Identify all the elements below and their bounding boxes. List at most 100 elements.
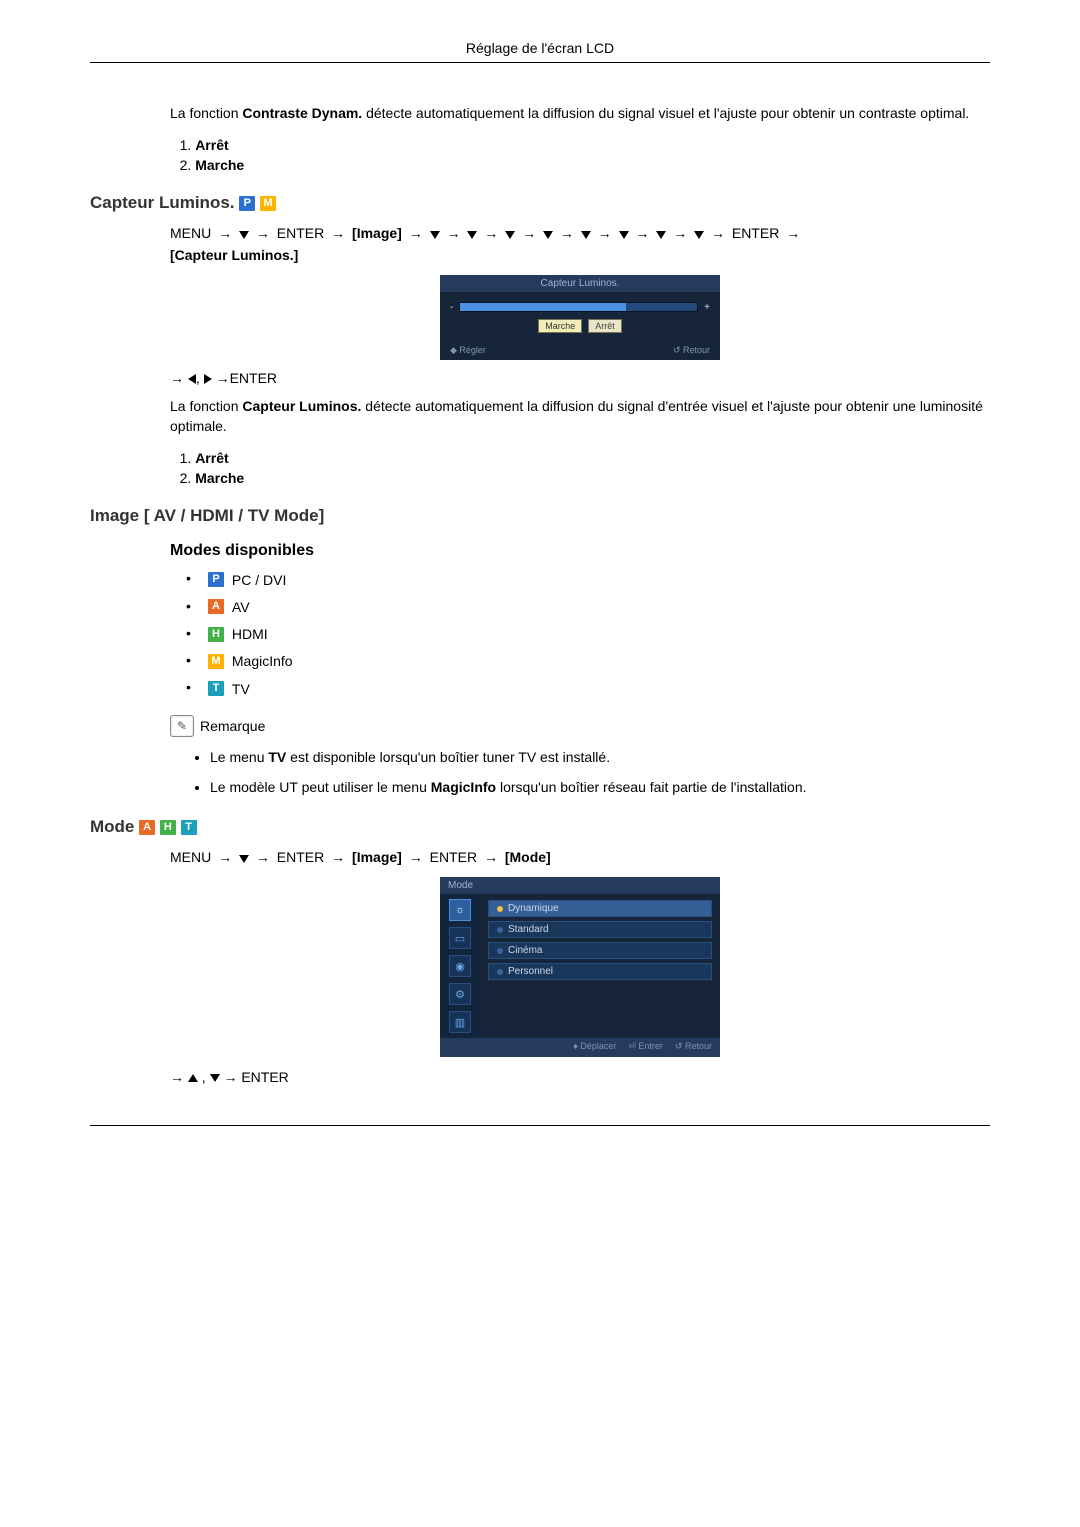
arrow-icon: →	[786, 225, 800, 241]
osd2-body: ☼ ▭ ◉ ⚙ ▥ Dynamique Standard Cinéma Pers…	[440, 894, 720, 1038]
badge-p-icon: P	[208, 572, 224, 587]
note-item: Le modèle UT peut utiliser le menu Magic…	[210, 777, 990, 797]
down-arrow-icon	[239, 231, 249, 239]
down-arrow-icon	[656, 231, 666, 239]
opt-label: Standard	[508, 924, 549, 935]
text: Le menu	[210, 749, 268, 765]
arrow-icon: →	[711, 225, 725, 241]
mode-label: [Mode]	[505, 849, 551, 865]
bold-term: Contraste Dynam.	[242, 105, 362, 121]
text: Retour	[683, 345, 710, 355]
osd2-opt-dynamique[interactable]: Dynamique	[488, 900, 712, 917]
footer-rule	[90, 1125, 990, 1126]
mode-label: AV	[232, 599, 250, 615]
arrow-icon: →	[331, 225, 345, 241]
text: La fonction	[170, 398, 242, 414]
badge-m-icon: M	[208, 654, 224, 669]
arrow-icon: →	[635, 225, 649, 241]
arrow-icon: →	[170, 370, 184, 386]
mode-tv: T TV	[198, 679, 990, 696]
page: Réglage de l'écran LCD La fonction Contr…	[0, 0, 1080, 1166]
slider-minus-icon: -	[450, 302, 453, 313]
text: Régler	[459, 345, 486, 355]
mode-hdmi: H HDMI	[198, 625, 990, 642]
osd2-foot-return: ↺ Retour	[675, 1041, 712, 1052]
badge-h-icon: H	[208, 627, 224, 642]
enter-key: ENTER	[277, 225, 324, 241]
side-icon-multi[interactable]: ▥	[449, 1011, 471, 1033]
side-icon-picture[interactable]: ▭	[449, 927, 471, 949]
arrow-icon: →	[447, 225, 461, 241]
option-marche: Marche	[195, 470, 990, 486]
osd-slider[interactable]: - +	[450, 302, 710, 313]
side-icon-sound[interactable]: ◉	[449, 955, 471, 977]
text: Entrer	[638, 1041, 663, 1051]
arrow-icon: →	[409, 225, 423, 241]
down-arrow-icon	[239, 855, 249, 863]
osd2-opt-cinema[interactable]: Cinéma	[488, 942, 712, 959]
bold-term: Capteur Luminos.	[242, 398, 361, 414]
section-title-capteur: Capteur Luminos. P M	[90, 193, 990, 213]
down-arrow-icon	[467, 231, 477, 239]
mode-content: MENU → → ENTER → [Image] → ENTER → [Mode…	[90, 847, 990, 1085]
mode-label: PC / DVI	[232, 572, 286, 588]
slider-bar	[459, 302, 698, 312]
enter-key: ENTER	[230, 370, 277, 386]
left-arrow-icon	[188, 374, 196, 384]
menu-path-mode: MENU → → ENTER → [Image] → ENTER → [Mode…	[170, 847, 990, 869]
osd2-opt-personnel[interactable]: Personnel	[488, 963, 712, 980]
section-title-image-modes: Image [ AV / HDMI / TV Mode]	[90, 506, 990, 526]
radio-dot-icon	[497, 927, 503, 933]
target-label: [Capteur Luminos.]	[170, 247, 298, 263]
nav-keys-mode: → , → ENTER	[170, 1069, 990, 1085]
bold-term: TV	[268, 749, 286, 765]
page-header-text: Réglage de l'écran LCD	[466, 40, 614, 56]
image-label: [Image]	[352, 849, 402, 865]
subtitle-modes: Modes disponibles	[170, 542, 990, 560]
text: Déplacer	[580, 1041, 616, 1051]
text: La fonction	[170, 105, 242, 121]
enter-key: ENTER	[277, 849, 324, 865]
osd-btn-marche[interactable]: Marche	[538, 319, 582, 333]
mode-label: TV	[232, 681, 250, 697]
notes-list: Le menu TV est disponible lorsqu'un boît…	[170, 747, 990, 798]
badge-t-icon: T	[208, 681, 224, 696]
option-marche: Marche	[195, 157, 990, 173]
text: est disponible lorsqu'un boîtier tuner T…	[286, 749, 610, 765]
enter-key: ENTER	[241, 1069, 288, 1085]
arrow-icon: →	[223, 1069, 237, 1085]
side-icon-setup[interactable]: ⚙	[449, 983, 471, 1005]
modes-list: P PC / DVI A AV H HDMI M MagicInfo T TV	[170, 570, 990, 696]
section-contraste-dynam: La fonction Contraste Dynam. détecte aut…	[90, 103, 990, 173]
side-icon-image[interactable]: ☼	[449, 899, 471, 921]
arrow-icon: →	[484, 849, 498, 865]
bold-term: MagicInfo	[431, 779, 496, 795]
osd-btn-arret[interactable]: Arrêt	[588, 319, 622, 333]
osd-title: Capteur Luminos.	[440, 275, 720, 292]
osd-foot-left: ◆ Régler	[450, 345, 486, 356]
down-arrow-icon	[619, 231, 629, 239]
down-arrow-icon	[430, 231, 440, 239]
osd2-opt-standard[interactable]: Standard	[488, 921, 712, 938]
osd2-foot-move: ♦ Déplacer	[573, 1041, 616, 1052]
option-arret: Arrêt	[195, 450, 990, 466]
arrow-icon: →	[216, 370, 230, 386]
option-label: Marche	[195, 157, 244, 173]
arrow-icon: →	[170, 1069, 184, 1085]
osd2-options: Dynamique Standard Cinéma Personnel	[480, 894, 720, 1038]
badge-p-icon: P	[239, 196, 255, 211]
osd-foot-right: ↺ Retour	[673, 345, 710, 356]
down-arrow-icon	[694, 231, 704, 239]
option-label: Arrêt	[195, 450, 228, 466]
up-arrow-icon	[188, 1074, 198, 1082]
image-modes-content: Modes disponibles P PC / DVI A AV H HDMI…	[90, 542, 990, 797]
badge-t-icon: T	[181, 820, 197, 835]
enter-key: ENTER	[732, 225, 779, 241]
text: Le modèle UT peut utiliser le menu	[210, 779, 431, 795]
opt-label: Dynamique	[508, 903, 559, 914]
mode-av: A AV	[198, 598, 990, 615]
arrow-icon: →	[256, 849, 270, 865]
badge-a-icon: A	[208, 599, 224, 614]
opt-label: Personnel	[508, 966, 553, 977]
menu-key: MENU	[170, 225, 211, 241]
